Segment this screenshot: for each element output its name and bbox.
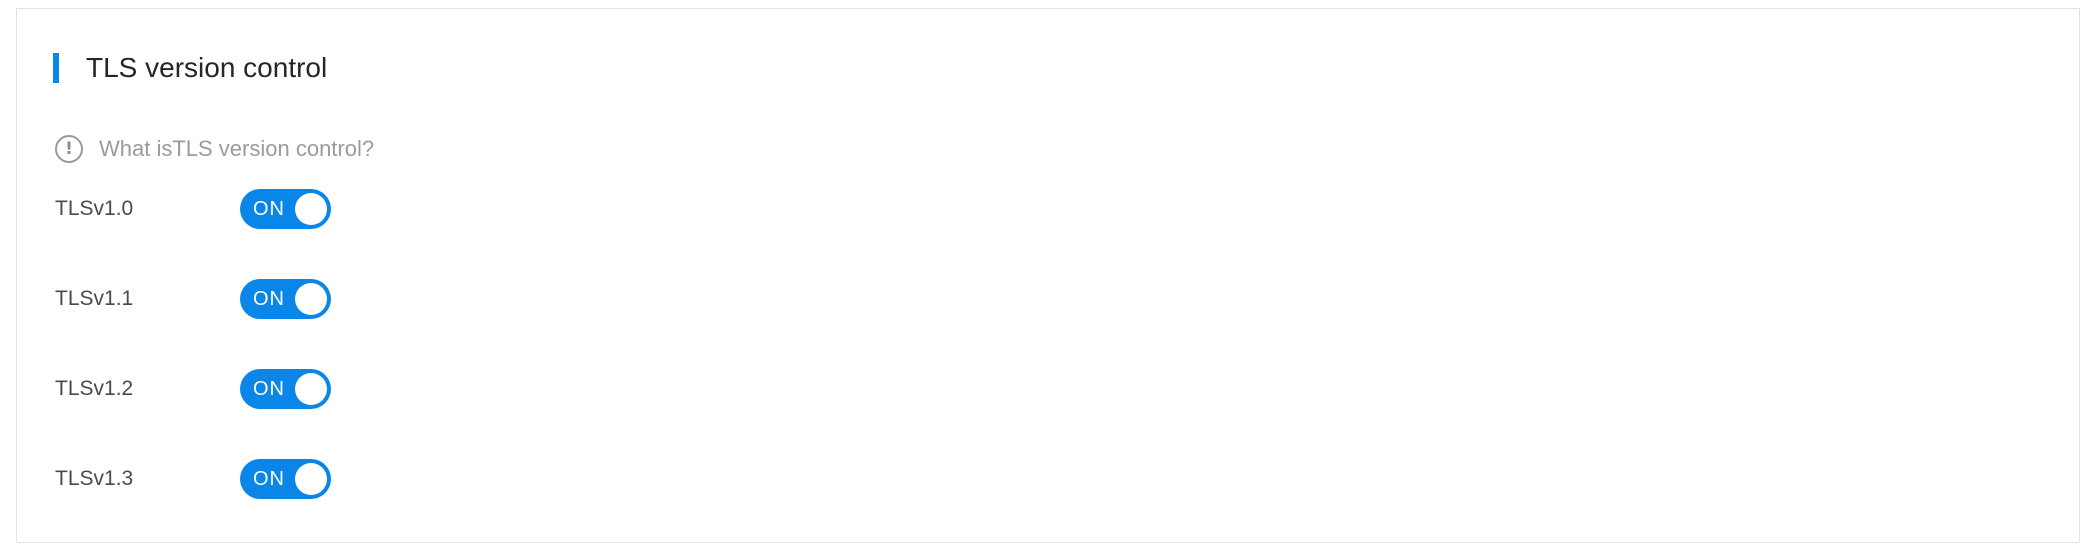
toggle-knob [295, 463, 327, 495]
section-header: TLS version control [53, 53, 327, 83]
toggle-state-text: ON [253, 198, 285, 220]
toggle-knob [295, 193, 327, 225]
toggle-knob [295, 283, 327, 315]
tls-row-1-2: TLSv1.2 ON [55, 369, 331, 409]
tlsv1-2-toggle[interactable]: ON [240, 369, 331, 409]
tlsv1-3-toggle[interactable]: ON [240, 459, 331, 499]
toggle-knob [295, 373, 327, 405]
tlsv1-1-toggle[interactable]: ON [240, 279, 331, 319]
section-accent-bar [53, 53, 59, 83]
tls-row-1-3: TLSv1.3 ON [55, 459, 331, 499]
tls-row-1-1: TLSv1.1 ON [55, 279, 331, 319]
tls-version-label: TLSv1.2 [55, 377, 134, 400]
tls-version-label: TLSv1.0 [55, 197, 134, 220]
section-title: TLS version control [86, 52, 328, 83]
help-link[interactable]: ! What isTLS version control? [53, 133, 374, 165]
tls-version-label: TLSv1.3 [55, 467, 134, 490]
help-link-text[interactable]: What isTLS version control? [99, 136, 374, 162]
toggle-state-text: ON [253, 378, 285, 400]
exclamation-circle-icon: ! [55, 135, 83, 163]
tls-version-label: TLSv1.1 [55, 287, 134, 310]
toggle-state-text: ON [253, 288, 285, 310]
toggle-state-text: ON [253, 468, 285, 490]
tls-settings-card: TLS version control ! What isTLS version… [16, 8, 2080, 543]
tls-row-1-0: TLSv1.0 ON [55, 189, 331, 229]
tlsv1-0-toggle[interactable]: ON [240, 189, 331, 229]
